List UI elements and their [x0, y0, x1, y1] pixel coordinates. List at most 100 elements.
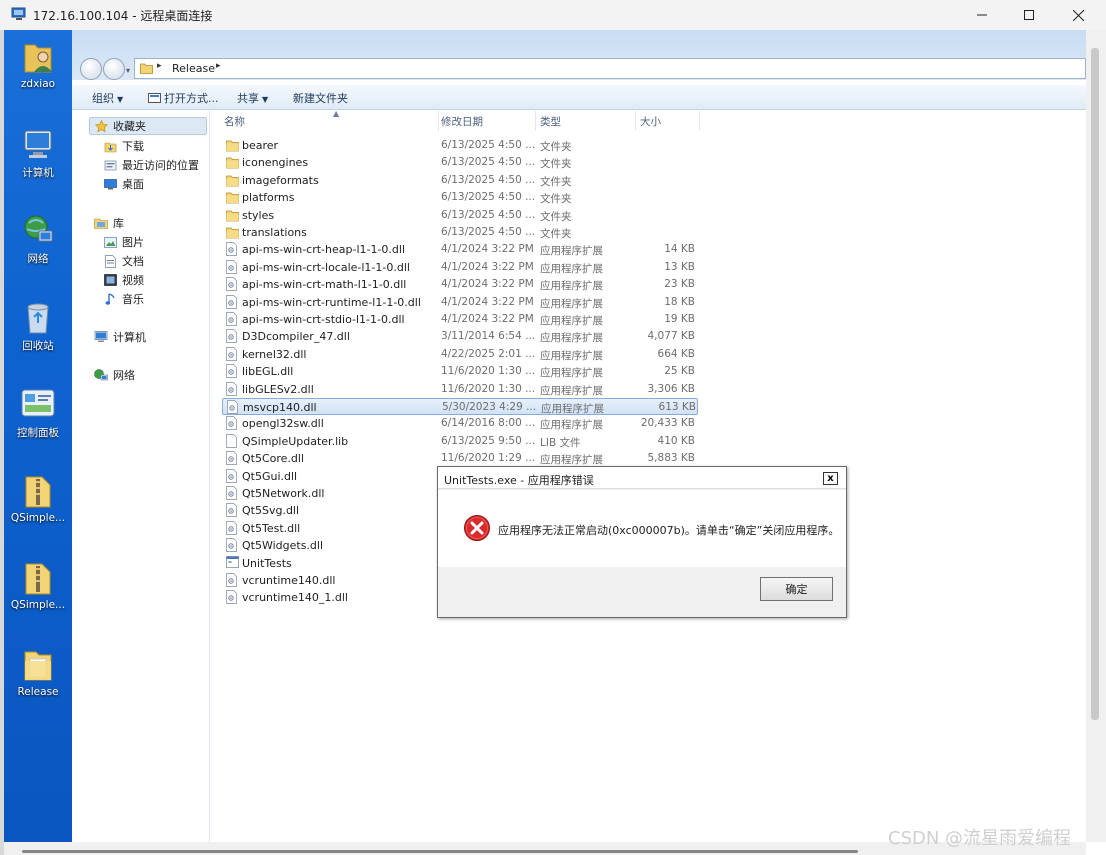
- file-type: 应用程序扩展: [540, 315, 603, 327]
- breadcrumb-current[interactable]: Release: [172, 62, 215, 75]
- file-name: Qt5Gui.dll: [242, 469, 298, 483]
- nav-label: 计算机: [113, 331, 146, 344]
- dll-file-icon: [226, 364, 239, 379]
- file-name: libEGL.dll: [242, 365, 294, 379]
- file-name: bearer: [242, 139, 279, 152]
- music-icon: [102, 292, 118, 306]
- pictures-icon: [102, 235, 118, 249]
- column-label: 类型: [540, 115, 561, 128]
- nav-music[interactable]: 音乐: [102, 290, 144, 308]
- nav-favorites[interactable]: 收藏夹: [89, 117, 207, 135]
- minimize-button[interactable]: [959, 0, 1005, 30]
- file-date: 11/6/2020 1:30 ...: [441, 382, 536, 395]
- address-bar[interactable]: ▸ Release ▸: [134, 58, 1086, 79]
- history-dropdown[interactable]: ▾: [126, 66, 134, 75]
- close-button[interactable]: [1055, 0, 1101, 30]
- dll-file-icon: [226, 486, 239, 500]
- file-date: 11/6/2020 1:30 ...: [441, 365, 536, 378]
- file-row[interactable]: api-ms-win-crt-runtime-l1-1-0.dll 4/1/202…: [222, 294, 698, 311]
- nav-documents[interactable]: 文档: [102, 252, 144, 270]
- file-row[interactable]: bearer 6/13/2025 4:50 ... 文件夹: [222, 137, 698, 154]
- desktop-icon-control-panel[interactable]: 控制面板: [4, 385, 72, 440]
- file-row[interactable]: styles 6/13/2025 4:50 ... 文件夹: [222, 207, 698, 224]
- file-row-selected[interactable]: msvcp140.dll 5/30/2023 4:29 ... 应用程序扩展 613 …: [222, 398, 698, 415]
- nav-label: 图片: [122, 236, 144, 249]
- computer-icon: [24, 130, 52, 158]
- file-row[interactable]: kernel32.dll 4/22/2025 2:01 ... 应用程序扩展 664 …: [222, 346, 698, 363]
- file-row[interactable]: api-ms-win-crt-stdio-l1-1-0.dll 4/1/2024 …: [222, 311, 698, 328]
- file-date: 3/11/2014 6:54 ...: [441, 330, 536, 343]
- column-header-name[interactable]: 名称 ▲: [220, 109, 439, 131]
- column-header-type[interactable]: 类型: [536, 111, 636, 131]
- file-type: 应用程序扩展: [540, 367, 603, 380]
- computer-icon: [93, 330, 109, 344]
- nav-network[interactable]: 网络: [93, 366, 135, 384]
- desktop-icon-network[interactable]: 网络: [4, 211, 72, 266]
- nav-libraries[interactable]: 库: [93, 214, 124, 232]
- file-name: api-ms-win-crt-runtime-l1-1-0.dll: [242, 295, 421, 309]
- file-size: 410 KB: [657, 434, 695, 447]
- file-name: Qt5Svg.dll: [242, 504, 300, 518]
- maximize-button[interactable]: [1006, 0, 1052, 30]
- file-size: 4,077 KB: [647, 330, 696, 343]
- ok-button[interactable]: 确定: [760, 577, 833, 601]
- column-label: 大小: [640, 115, 661, 128]
- desktop-icon-qsimple-2[interactable]: QSimple...: [4, 559, 72, 611]
- nav-videos[interactable]: 视频: [102, 271, 144, 289]
- file-row[interactable]: QSimpleUpdater.lib 6/13/2025 9:50 ... LIB …: [222, 433, 698, 450]
- nav-downloads[interactable]: 下载: [102, 137, 144, 155]
- file-date: 4/1/2024 3:22 PM: [441, 295, 534, 308]
- desktop-icon-recycle-bin[interactable]: 回收站: [4, 298, 72, 353]
- file-date: 6/14/2016 8:00 ...: [441, 417, 536, 430]
- nav-recent[interactable]: 最近访问的位置: [102, 156, 199, 174]
- file-row[interactable]: api-ms-win-crt-locale-l1-1-0.dll 4/1/2024…: [222, 259, 698, 276]
- file-row[interactable]: Qt5Core.dll 11/6/2020 1:29 ... 应用程序扩展 5,883…: [222, 450, 698, 467]
- column-header-date[interactable]: 修改日期: [437, 111, 536, 131]
- scrollbar-thumb[interactable]: [1091, 48, 1099, 720]
- dialog-message: 应用程序无法正常启动(0xc000007b)。请单击“确定”关闭应用程序。: [498, 524, 840, 537]
- file-row[interactable]: opengl32sw.dll 6/14/2016 8:00 ... 应用程序扩展 20…: [222, 415, 698, 432]
- forward-button[interactable]: [103, 58, 125, 80]
- desktop-icon-user[interactable]: zdxiao: [4, 38, 72, 90]
- file-type: 应用程序扩展: [541, 403, 604, 415]
- dialog-close-button[interactable]: x: [823, 472, 838, 485]
- file-row[interactable]: libEGL.dll 11/6/2020 1:30 ... 应用程序扩展 25 KB: [222, 363, 698, 380]
- file-row[interactable]: imageformats 6/13/2025 4:50 ... 文件夹: [222, 172, 698, 189]
- file-row[interactable]: api-ms-win-crt-heap-l1-1-0.dll 4/1/2024 3…: [222, 241, 698, 258]
- file-name: api-ms-win-crt-math-l1-1-0.dll: [242, 278, 407, 292]
- desktop-icon-qsimple-1[interactable]: QSimple...: [4, 472, 72, 524]
- column-header-size[interactable]: 大小: [636, 111, 700, 131]
- folder-icon: [140, 63, 153, 74]
- open-with-button[interactable]: 打开方式...: [148, 90, 219, 106]
- dll-file-icon: [226, 573, 239, 587]
- nav-computer[interactable]: 计算机: [93, 328, 146, 346]
- file-name: UnitTests: [242, 556, 292, 570]
- vertical-scrollbar[interactable]: [1086, 30, 1106, 842]
- breadcrumb-arrow-icon[interactable]: ▸: [216, 61, 221, 71]
- new-folder-button[interactable]: 新建文件夹: [293, 90, 348, 106]
- file-row[interactable]: translations 6/13/2025 4:50 ... 文件夹: [222, 224, 698, 241]
- desktop-icon-release[interactable]: Release: [4, 646, 72, 698]
- organize-menu[interactable]: 组织 ▼: [92, 90, 123, 106]
- back-button[interactable]: [80, 58, 102, 80]
- file-type: 文件夹: [540, 158, 572, 171]
- nav-pictures[interactable]: 图片: [102, 233, 144, 251]
- maximize-icon: [1024, 10, 1034, 20]
- desktop-icon-computer[interactable]: 计算机: [4, 125, 72, 180]
- nav-desktop[interactable]: 桌面: [102, 175, 144, 193]
- share-menu[interactable]: 共享 ▼: [237, 90, 268, 106]
- folder-icon: [226, 208, 239, 222]
- file-row[interactable]: iconengines 6/13/2025 4:50 ... 文件夹: [222, 154, 698, 171]
- star-icon: [93, 119, 109, 133]
- file-row[interactable]: api-ms-win-crt-math-l1-1-0.dll 4/1/2024 3…: [222, 276, 698, 293]
- scrollbar-thumb[interactable]: [22, 850, 858, 853]
- file-row[interactable]: libGLESv2.dll 11/6/2020 1:30 ... 应用程序扩展 3,3…: [222, 381, 698, 398]
- file-row[interactable]: D3Dcompiler_47.dll 3/11/2014 6:54 ... 应用程序…: [222, 328, 698, 345]
- file-size: 5,883 KB: [647, 452, 696, 465]
- open-with-icon: [148, 93, 161, 103]
- rdp-title-bar: 172.16.100.104 - 远程桌面连接: [0, 0, 1106, 30]
- dll-file-icon: [226, 503, 239, 518]
- file-row[interactable]: platforms 6/13/2025 4:50 ... 文件夹: [222, 189, 698, 206]
- breadcrumb-arrow-icon[interactable]: ▸: [157, 61, 162, 71]
- nav-label: 收藏夹: [113, 120, 146, 133]
